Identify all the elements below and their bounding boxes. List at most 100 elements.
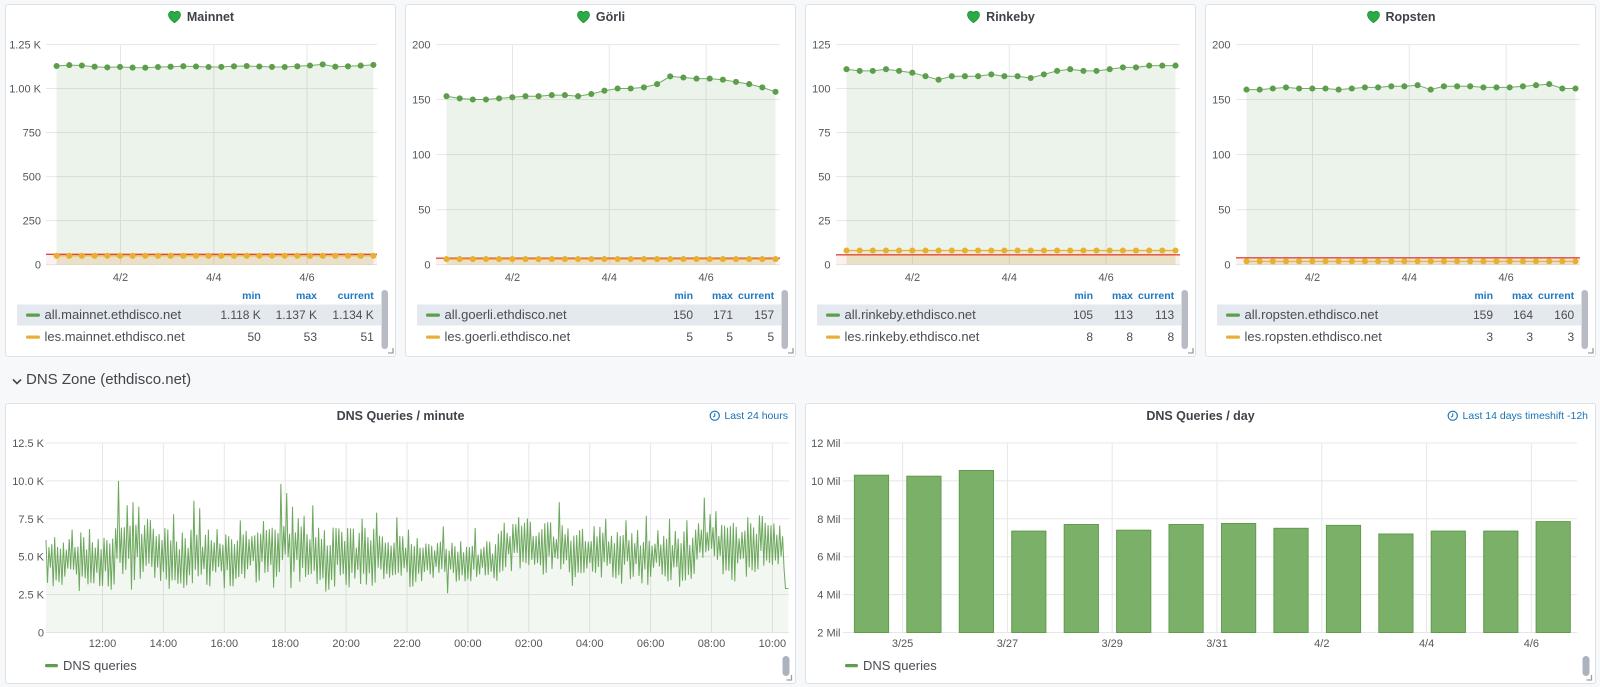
svg-text:8: 8 xyxy=(1168,330,1175,344)
svg-text:7.5 K: 7.5 K xyxy=(18,514,44,526)
svg-text:8 Mil: 8 Mil xyxy=(817,514,840,526)
svg-text:all.mainnet.ethdisco.net: all.mainnet.ethdisco.net xyxy=(45,307,182,322)
svg-text:4/6: 4/6 xyxy=(1098,272,1113,284)
svg-text:1.00 K: 1.00 K xyxy=(9,84,41,96)
svg-text:04:00: 04:00 xyxy=(576,638,604,650)
svg-text:max: max xyxy=(1512,290,1533,302)
svg-text:all.ropsten.ethdisco.net: all.ropsten.ethdisco.net xyxy=(1245,307,1379,322)
svg-text:171: 171 xyxy=(713,308,733,322)
svg-text:les.ropsten.ethdisco.net: les.ropsten.ethdisco.net xyxy=(1245,329,1383,344)
svg-text:les.goerli.ethdisco.net: les.goerli.ethdisco.net xyxy=(445,329,571,344)
svg-text:3/29: 3/29 xyxy=(1101,638,1122,650)
svg-text:3: 3 xyxy=(1526,330,1533,344)
svg-text:1.137 K: 1.137 K xyxy=(276,308,317,322)
svg-text:125: 125 xyxy=(812,40,830,52)
svg-text:1.134 K: 1.134 K xyxy=(332,308,373,322)
svg-text:113: 113 xyxy=(1155,308,1174,322)
svg-text:4/6: 4/6 xyxy=(1498,272,1513,284)
svg-text:159: 159 xyxy=(1473,308,1493,322)
svg-text:5.0 K: 5.0 K xyxy=(18,552,44,564)
svg-text:4/6: 4/6 xyxy=(299,272,314,284)
svg-text:0: 0 xyxy=(35,260,41,272)
svg-text:750: 750 xyxy=(23,128,41,140)
svg-text:all.goerli.ethdisco.net: all.goerli.ethdisco.net xyxy=(445,307,568,322)
svg-text:105: 105 xyxy=(1073,308,1093,322)
svg-text:50: 50 xyxy=(247,330,261,344)
svg-text:3/27: 3/27 xyxy=(997,638,1018,650)
svg-text:160: 160 xyxy=(1554,308,1574,322)
svg-text:150: 150 xyxy=(673,308,693,322)
svg-text:4/6: 4/6 xyxy=(698,272,713,284)
svg-text:4/2: 4/2 xyxy=(505,272,520,284)
svg-text:25: 25 xyxy=(818,216,830,228)
svg-text:min: min xyxy=(674,290,693,302)
svg-text:53: 53 xyxy=(304,330,318,344)
svg-text:100: 100 xyxy=(412,150,430,162)
svg-text:16:00: 16:00 xyxy=(211,638,239,650)
svg-text:min: min xyxy=(242,290,261,302)
svg-text:75: 75 xyxy=(818,128,830,140)
svg-text:200: 200 xyxy=(412,40,430,52)
svg-text:164: 164 xyxy=(1513,308,1533,322)
svg-text:50: 50 xyxy=(818,172,830,184)
svg-text:8: 8 xyxy=(1086,330,1093,344)
svg-text:06:00: 06:00 xyxy=(637,638,665,650)
svg-text:max: max xyxy=(1112,290,1133,302)
svg-text:5: 5 xyxy=(726,330,733,344)
svg-text:500: 500 xyxy=(23,172,41,184)
svg-text:3: 3 xyxy=(1568,330,1575,344)
svg-text:4/2: 4/2 xyxy=(1314,638,1329,650)
svg-text:min: min xyxy=(1074,290,1093,302)
svg-text:10:00: 10:00 xyxy=(759,638,787,650)
svg-text:100: 100 xyxy=(812,84,830,96)
svg-text:4/4: 4/4 xyxy=(1002,272,1017,284)
svg-text:100: 100 xyxy=(1212,150,1230,162)
svg-text:4/4: 4/4 xyxy=(1419,638,1434,650)
svg-text:4/2: 4/2 xyxy=(113,272,128,284)
svg-text:6 Mil: 6 Mil xyxy=(817,552,840,564)
svg-text:4/2: 4/2 xyxy=(905,272,920,284)
svg-text:0: 0 xyxy=(1224,260,1230,272)
svg-text:50: 50 xyxy=(418,205,430,217)
svg-text:current: current xyxy=(1138,290,1175,302)
svg-text:4/4: 4/4 xyxy=(1402,272,1417,284)
svg-text:10 Mil: 10 Mil xyxy=(811,476,840,488)
svg-text:150: 150 xyxy=(412,95,430,107)
svg-text:current: current xyxy=(1538,290,1575,302)
svg-text:max: max xyxy=(296,290,317,302)
svg-text:3: 3 xyxy=(1486,330,1493,344)
svg-text:00:00: 00:00 xyxy=(454,638,482,650)
svg-text:14:00: 14:00 xyxy=(150,638,178,650)
svg-text:4/2: 4/2 xyxy=(1305,272,1320,284)
svg-text:4/4: 4/4 xyxy=(602,272,617,284)
svg-text:3/31: 3/31 xyxy=(1206,638,1227,650)
svg-text:18:00: 18:00 xyxy=(271,638,299,650)
svg-text:5: 5 xyxy=(768,330,775,344)
svg-text:08:00: 08:00 xyxy=(698,638,726,650)
svg-text:les.mainnet.ethdisco.net: les.mainnet.ethdisco.net xyxy=(45,329,186,344)
svg-text:4 Mil: 4 Mil xyxy=(817,590,840,602)
svg-text:current: current xyxy=(738,290,775,302)
svg-text:4/4: 4/4 xyxy=(206,272,221,284)
svg-text:all.rinkeby.ethdisco.net: all.rinkeby.ethdisco.net xyxy=(845,307,977,322)
svg-text:0: 0 xyxy=(38,628,44,640)
svg-text:DNS queries: DNS queries xyxy=(63,658,137,673)
svg-text:2.5 K: 2.5 K xyxy=(18,590,44,602)
svg-text:2 Mil: 2 Mil xyxy=(817,628,840,640)
svg-text:0: 0 xyxy=(824,260,830,272)
svg-text:113: 113 xyxy=(1114,308,1133,322)
svg-text:150: 150 xyxy=(1212,95,1230,107)
svg-text:12 Mil: 12 Mil xyxy=(811,438,840,450)
svg-text:12.5 K: 12.5 K xyxy=(12,438,44,450)
svg-text:max: max xyxy=(712,290,733,302)
svg-text:250: 250 xyxy=(23,216,41,228)
svg-text:50: 50 xyxy=(1218,205,1230,217)
svg-text:10.0 K: 10.0 K xyxy=(12,476,44,488)
svg-text:0: 0 xyxy=(424,260,430,272)
svg-text:4/6: 4/6 xyxy=(1524,638,1539,650)
svg-text:157: 157 xyxy=(754,308,774,322)
svg-text:5: 5 xyxy=(686,330,693,344)
svg-text:1.118 K: 1.118 K xyxy=(220,308,260,322)
svg-text:min: min xyxy=(1474,290,1493,302)
svg-text:200: 200 xyxy=(1212,40,1230,52)
